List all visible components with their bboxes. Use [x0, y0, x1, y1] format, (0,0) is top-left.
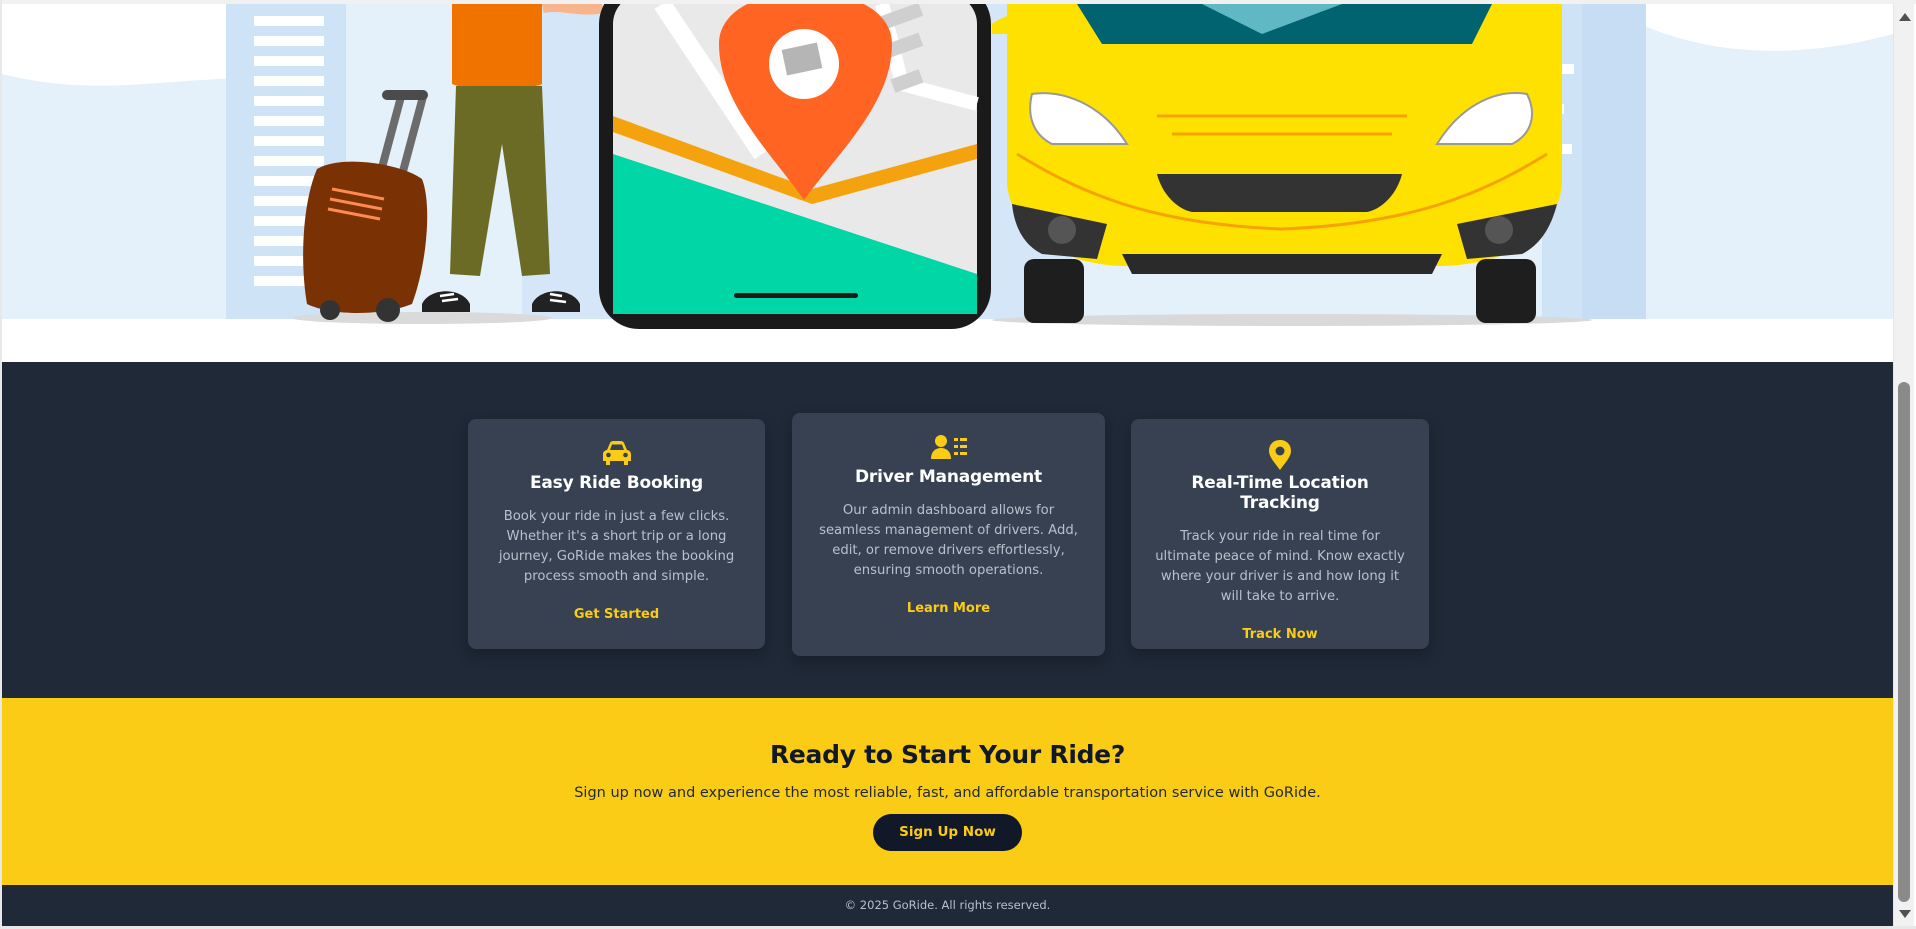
vertical-scrollbar[interactable]	[1893, 4, 1914, 926]
feature-description: Book your ride in just a few clicks. Whe…	[498, 509, 735, 584]
feature-title: Real-Time Location Tracking	[1191, 473, 1369, 513]
feature-card-tracking: Real-Time Location Tracking Track your r…	[1131, 419, 1429, 649]
scroll-up-arrow-icon[interactable]	[1899, 13, 1911, 21]
hero-illustration	[2, 4, 1893, 362]
feature-card-driver: Driver Management Our admin dashboard al…	[792, 413, 1105, 656]
copyright-text: © 2025 GoRide. All rights reserved.	[844, 898, 1051, 912]
features-section: Easy Ride Booking Book your ride in just…	[2, 362, 1893, 698]
feature-title: Driver Management	[855, 467, 1042, 487]
get-started-link[interactable]: Get Started	[574, 607, 659, 622]
feature-title: Easy Ride Booking	[529, 473, 704, 493]
feature-card-booking: Easy Ride Booking Book your ride in just…	[468, 419, 765, 649]
feature-description: Our admin dashboard allows for seamless …	[819, 503, 1078, 578]
learn-more-link[interactable]: Learn More	[907, 601, 990, 616]
car-icon	[602, 441, 631, 465]
scroll-down-arrow-icon[interactable]	[1899, 910, 1911, 918]
cta-text: Sign up now and experience the most reli…	[574, 785, 1321, 801]
feature-description: Track your ride in real time for ultimat…	[1155, 529, 1405, 604]
scrollbar-thumb[interactable]	[1898, 382, 1910, 902]
sign-up-button[interactable]: Sign Up Now	[873, 814, 1022, 851]
cta-section: Ready to Start Your Ride? Sign up now an…	[2, 698, 1893, 885]
driver-card-icon	[930, 435, 967, 459]
cta-heading: Ready to Start Your Ride?	[769, 740, 1126, 769]
page-viewport: Easy Ride Booking Book your ride in just…	[2, 4, 1893, 926]
taxi-app-illustration	[2, 4, 1893, 362]
track-now-link[interactable]: Track Now	[1242, 627, 1317, 642]
map-pin-icon	[1269, 440, 1291, 470]
footer: © 2025 GoRide. All rights reserved.	[2, 885, 1893, 926]
